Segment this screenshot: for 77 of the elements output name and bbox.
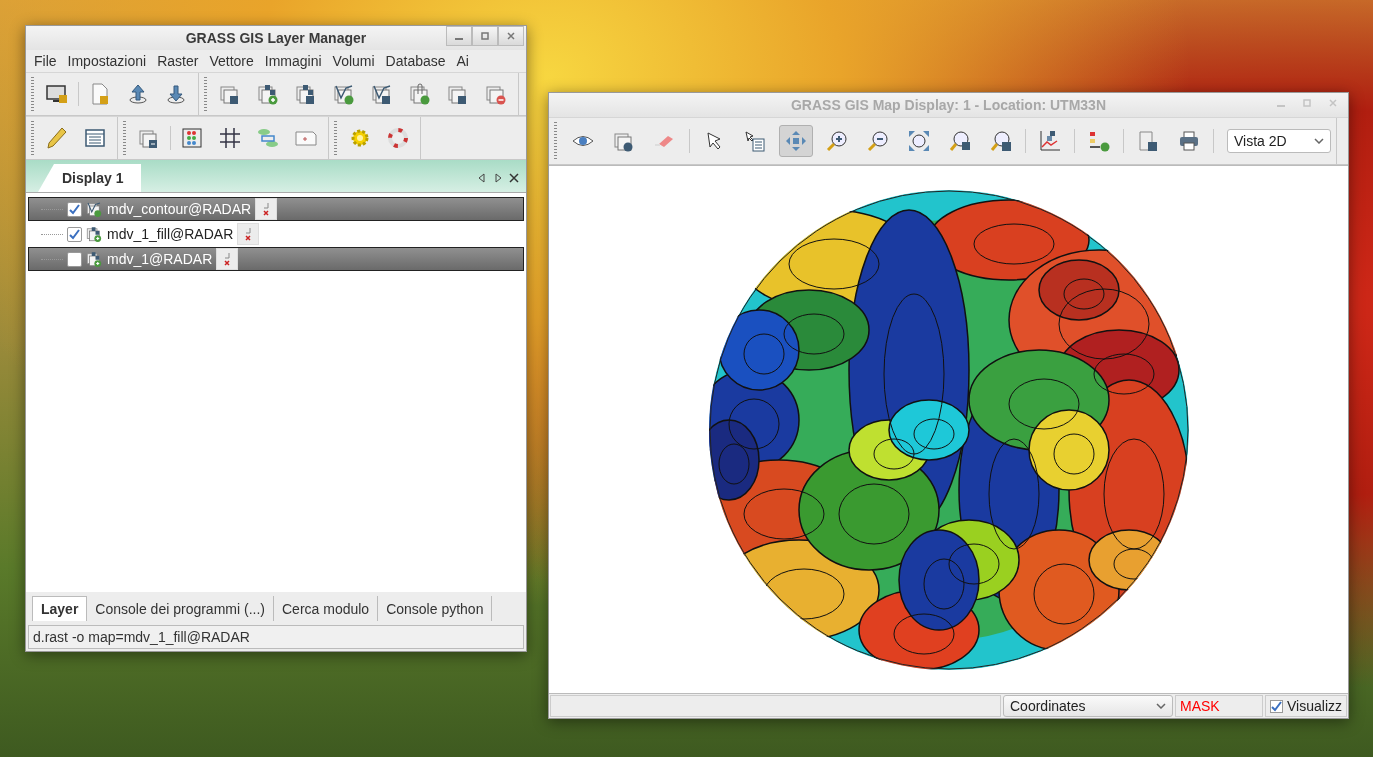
layer-options-button[interactable] (216, 248, 239, 270)
paperclip-add-icon (408, 82, 432, 106)
menu-item[interactable]: Impostazioni (67, 53, 147, 69)
zoom-extent-icon (907, 129, 931, 153)
layer-name: mdv_1@RADAR (106, 251, 214, 267)
layer-checkbox[interactable] (67, 251, 82, 267)
table-icon (83, 126, 107, 150)
abacus-icon (180, 126, 204, 150)
panel-tab[interactable]: Cerca modulo (274, 596, 379, 621)
checkbox-icon (1270, 699, 1283, 713)
zoom-out-icon (866, 129, 890, 153)
layer-options-icon (261, 201, 272, 217)
checkmark-icon (69, 228, 80, 240)
layer-name: mdv_contour@RADAR (106, 201, 253, 217)
layer-options-button[interactable] (255, 198, 278, 220)
coordinates-dropdown[interactable]: Coordinates (1003, 695, 1173, 717)
maximize-icon (480, 31, 490, 41)
menu-item[interactable]: Database (385, 53, 446, 69)
raster-add-icon (256, 82, 280, 106)
display-tab[interactable]: Display 1 (38, 164, 142, 192)
menu-item[interactable]: Vettore (209, 53, 254, 69)
minimize-icon (1277, 105, 1285, 107)
layer-options-icon (222, 251, 233, 267)
model-icon (256, 126, 280, 150)
render-checkbox[interactable]: Visualizz (1265, 695, 1347, 717)
status-bar: d.rast -o map=mdv_1_fill@RADAR (28, 625, 524, 649)
query-icon (743, 129, 767, 153)
printer-icon (1177, 129, 1201, 153)
caret-icon (1314, 138, 1324, 144)
minimize-button[interactable] (446, 26, 472, 46)
chart-icon (1038, 129, 1062, 153)
raster-layer-icon (85, 250, 103, 268)
layer-name: mdv_1_fill@RADAR (106, 226, 235, 242)
checkmark-icon (69, 203, 80, 215)
lifebuoy-icon (386, 126, 410, 150)
menu-item[interactable]: Ai (456, 53, 469, 69)
pan-button[interactable] (779, 125, 813, 157)
menu-item[interactable]: Immagini (264, 53, 322, 69)
arrow-left-icon[interactable] (476, 172, 488, 184)
close-icon[interactable] (508, 172, 520, 184)
legend-add-icon (1087, 129, 1111, 153)
window-title: GRASS GIS Map Display: 1 - Location: UTM33N (790, 97, 1106, 113)
panel-tab[interactable]: Console dei programmi (...) (87, 596, 274, 621)
menu-item[interactable]: Raster (157, 53, 199, 69)
maximize-button[interactable] (472, 26, 498, 46)
zoom-in-icon (825, 129, 849, 153)
zoom-back-icon (948, 129, 972, 153)
layer-row[interactable]: mdv_1@RADAR (28, 247, 524, 271)
pencil-icon (45, 126, 69, 150)
panel-tab[interactable]: Layer (32, 596, 88, 621)
map-export-icon (1136, 129, 1160, 153)
zoom-layer-icon (989, 129, 1013, 153)
monitor-icon (45, 82, 69, 106)
view-mode-dropdown[interactable]: Vista 2D (1227, 129, 1331, 153)
vector-layer-icon (85, 200, 103, 218)
close-icon (1328, 98, 1338, 108)
maximize-icon (1302, 98, 1312, 108)
layer-row[interactable]: mdv_contour@RADAR (28, 197, 524, 221)
arrow-right-icon[interactable] (492, 172, 504, 184)
caret-icon (1156, 703, 1166, 709)
layer-checkbox[interactable] (67, 226, 82, 242)
vector-add-icon (332, 82, 356, 106)
close-button[interactable] (498, 26, 524, 46)
mask-indicator: MASK (1175, 695, 1263, 717)
raster-layer-icon (85, 225, 103, 243)
layer-row[interactable]: mdv_1_fill@RADAR (28, 222, 524, 246)
menu-item[interactable]: Volumi (332, 53, 375, 69)
layer-options-icon (243, 226, 254, 242)
panel-tab[interactable]: Console python (378, 596, 493, 621)
grid-icon (218, 126, 242, 150)
close-icon (506, 31, 516, 41)
minimize-icon (455, 38, 463, 40)
layer-options-button[interactable] (237, 223, 260, 245)
pan-icon (784, 129, 808, 153)
menu-item[interactable]: File (34, 53, 57, 69)
layer-checkbox[interactable] (67, 201, 82, 217)
window-title: GRASS GIS Layer Manager (185, 30, 367, 46)
